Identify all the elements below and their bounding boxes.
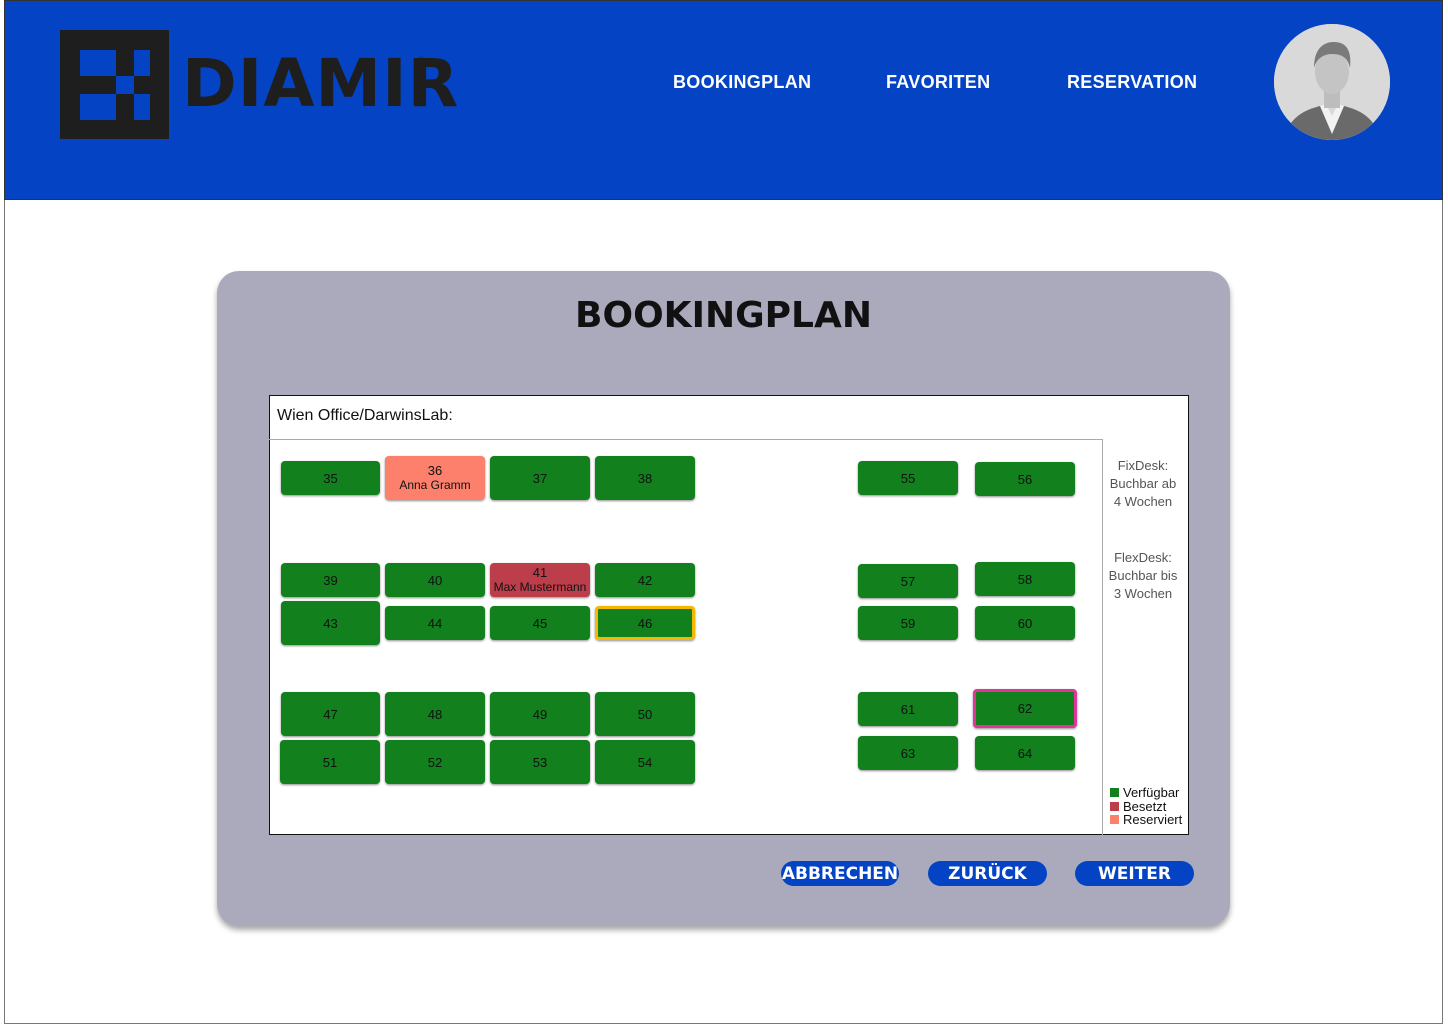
- desk-50[interactable]: 50: [595, 692, 695, 736]
- desk-number: 60: [1017, 615, 1033, 631]
- desk-number: 58: [1017, 571, 1033, 587]
- desk-occupant: Anna Gramm: [399, 478, 471, 492]
- desk-48[interactable]: 48: [385, 692, 485, 736]
- legend-item: Besetzt: [1110, 798, 1182, 814]
- desk-number: 35: [323, 470, 338, 486]
- legend-label: Verfügbar: [1123, 785, 1180, 800]
- desk-46[interactable]: 46: [595, 606, 695, 640]
- legend-item: Reserviert: [1110, 813, 1182, 827]
- desk-number: 42: [637, 572, 653, 588]
- legend-label: Reserviert: [1123, 812, 1183, 827]
- desk-47[interactable]: 47: [281, 692, 380, 736]
- desk-35[interactable]: 35: [281, 461, 380, 495]
- desk-39[interactable]: 39: [281, 563, 380, 597]
- desk-number: 54: [637, 754, 653, 770]
- desk-number: 56: [1017, 471, 1033, 487]
- desk-number: 64: [1017, 745, 1033, 761]
- back-button[interactable]: ZURÜCK: [928, 861, 1047, 886]
- desk-37[interactable]: 37: [490, 456, 590, 500]
- fixdesk-note: FixDesk: Buchbar ab 4 Wochen: [1104, 457, 1182, 511]
- fixdesk-note-line: Buchbar ab: [1109, 476, 1177, 491]
- desk-53[interactable]: 53: [490, 740, 590, 784]
- status-legend: Verfügbar Besetzt Reserviert: [1110, 786, 1182, 827]
- desk-57[interactable]: 57: [858, 564, 958, 598]
- desk-number: 39: [323, 572, 338, 588]
- flexdesk-note-line: 3 Wochen: [1113, 586, 1173, 601]
- flexdesk-note: FlexDesk: Buchbar bis 3 Wochen: [1104, 549, 1182, 603]
- desk-49[interactable]: 49: [490, 692, 590, 736]
- user-silhouette-icon: [1274, 24, 1390, 140]
- desk-44[interactable]: 44: [385, 606, 485, 640]
- nav-bookingplan[interactable]: BOOKINGPLAN: [673, 72, 811, 93]
- desk-62[interactable]: 62: [973, 689, 1077, 728]
- fixdesk-note-line: 4 Wochen: [1113, 494, 1173, 509]
- desk-51[interactable]: 51: [280, 740, 380, 784]
- reserved-swatch-icon: [1110, 815, 1119, 825]
- desk-number: 46: [637, 615, 653, 631]
- desk-number: 62: [1017, 701, 1033, 716]
- desk-61[interactable]: 61: [858, 692, 958, 726]
- nav-reservation[interactable]: RESERVATION: [1067, 72, 1197, 93]
- desk-number: 53: [532, 754, 548, 770]
- page-title: BOOKINGPLAN: [575, 295, 872, 336]
- desk-52[interactable]: 52: [385, 740, 485, 784]
- desk-number: 37: [532, 470, 548, 486]
- desk-number: 43: [323, 615, 338, 631]
- legend-label: Besetzt: [1123, 798, 1167, 814]
- desk-number: 44: [427, 615, 443, 631]
- desk-number: 50: [637, 706, 653, 722]
- desk-number: 49: [532, 706, 548, 722]
- desk-number: 63: [900, 745, 916, 761]
- desk-41[interactable]: 41 Max Mustermann: [490, 563, 590, 597]
- desk-number: 48: [427, 706, 443, 722]
- desk-number: 59: [900, 615, 916, 631]
- desk-63[interactable]: 63: [858, 736, 958, 770]
- desk-number: 61: [900, 701, 916, 717]
- desk-number: 51: [322, 754, 338, 770]
- desk-number: 52: [427, 754, 443, 770]
- desk-60[interactable]: 60: [975, 606, 1075, 640]
- legend-item: Verfügbar: [1110, 786, 1182, 800]
- desk-number: 38: [637, 470, 653, 486]
- next-button[interactable]: WEITER: [1075, 861, 1194, 886]
- desk-38[interactable]: 38: [595, 456, 695, 500]
- desk-number: 45: [532, 615, 548, 631]
- desk-number: 57: [900, 573, 916, 589]
- desk-40[interactable]: 40: [385, 563, 485, 597]
- office-label: Wien Office/DarwinsLab:: [277, 407, 453, 424]
- desk-36[interactable]: 36 Anna Gramm: [385, 456, 485, 500]
- nav-favoriten[interactable]: FAVORITEN: [886, 72, 990, 93]
- desk-54[interactable]: 54: [595, 740, 695, 784]
- desk-55[interactable]: 55: [858, 461, 958, 495]
- user-avatar[interactable]: [1274, 24, 1390, 140]
- desk-43[interactable]: 43: [281, 601, 380, 645]
- desk-number: 36: [427, 463, 443, 478]
- desk-number: 47: [323, 706, 338, 722]
- available-swatch-icon: [1110, 788, 1119, 798]
- occupied-swatch-icon: [1110, 801, 1119, 811]
- flexdesk-note-line: Buchbar bis: [1108, 568, 1178, 583]
- desk-59[interactable]: 59: [858, 606, 958, 640]
- desk-number: 55: [900, 470, 916, 486]
- desk-number: 40: [427, 572, 443, 588]
- desk-45[interactable]: 45: [490, 606, 590, 640]
- cancel-button[interactable]: ABBRECHEN: [781, 861, 899, 886]
- fixdesk-note-line: FixDesk:: [1117, 458, 1169, 473]
- desk-64[interactable]: 64: [975, 736, 1075, 770]
- desk-56[interactable]: 56: [975, 462, 1075, 496]
- desk-occupant: Max Mustermann: [493, 580, 587, 594]
- desk-58[interactable]: 58: [975, 562, 1075, 596]
- desk-42[interactable]: 42: [595, 563, 695, 597]
- desk-number: 41: [532, 565, 548, 580]
- registered-mark: ®: [416, 54, 427, 67]
- flexdesk-note-line: FlexDesk:: [1114, 550, 1172, 565]
- logo-mark-icon: [60, 30, 169, 139]
